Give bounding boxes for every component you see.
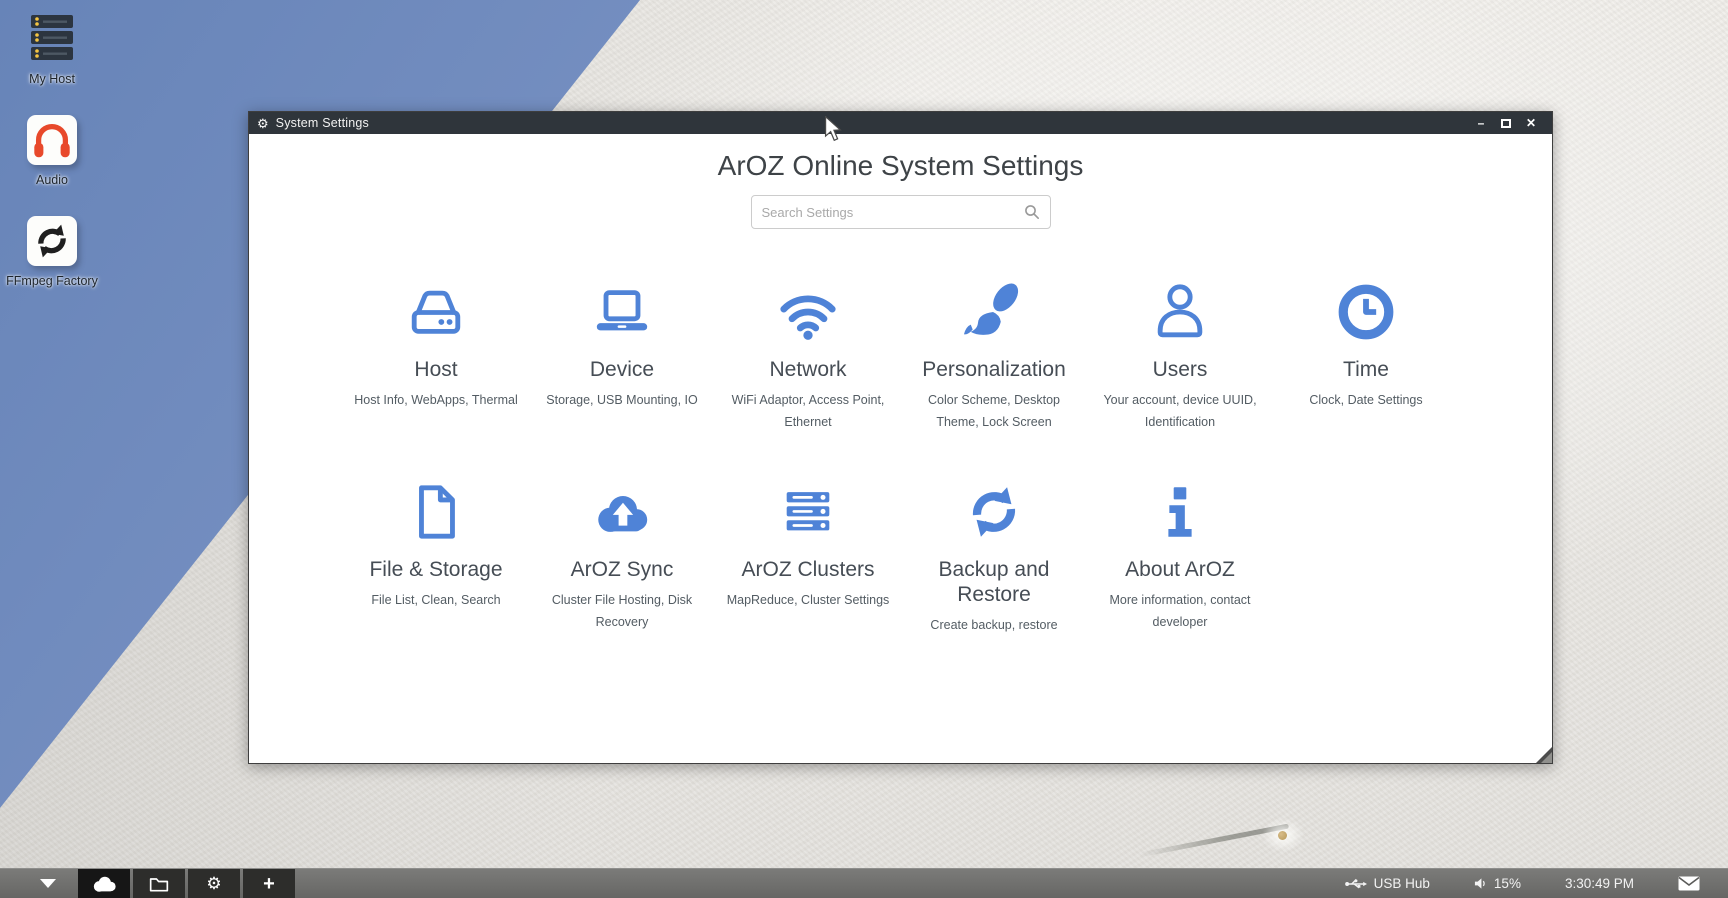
tile-title: Backup and Restore [919, 557, 1069, 607]
clock-icon [1335, 279, 1397, 345]
tile-network[interactable]: Network WiFi Adaptor, Access Point, Ethe… [715, 279, 901, 433]
usb-label: USB Hub [1374, 876, 1430, 891]
tile-subtitle: Your account, device UUID, Identificatio… [1087, 389, 1273, 433]
envelope-icon [1678, 876, 1700, 891]
tile-about-aroz[interactable]: About ArOZ More information, contact dev… [1087, 479, 1273, 636]
taskbar-button-add[interactable]: + [243, 869, 295, 898]
messages[interactable] [1678, 876, 1700, 891]
info-icon [1149, 479, 1211, 545]
folder-icon [149, 876, 169, 892]
search-icon [1024, 204, 1040, 220]
tile-subtitle: WiFi Adaptor, Access Point, Ethernet [715, 389, 901, 433]
taskbar-button-files[interactable] [133, 869, 185, 898]
plus-icon: + [263, 874, 275, 894]
minimize-button[interactable]: – [1474, 117, 1488, 129]
tile-subtitle: Color Scheme, Desktop Theme, Lock Screen [901, 389, 1087, 433]
window-titlebar[interactable]: ⚙ System Settings – ✕ [249, 112, 1552, 134]
tile-host[interactable]: Host Host Info, WebApps, Thermal [343, 279, 529, 433]
tile-title: File & Storage [369, 557, 502, 582]
tile-title: About ArOZ [1125, 557, 1235, 582]
desktop-icon-list: My Host Audio FFm [6, 12, 98, 315]
tile-aroz-sync[interactable]: ArOZ Sync Cluster File Hosting, Disk Rec… [529, 479, 715, 636]
tile-title: ArOZ Sync [571, 557, 674, 582]
taskbar: ⚙ + USB Hub 15% 3: [0, 868, 1728, 898]
search-input[interactable] [762, 205, 1024, 220]
tile-device[interactable]: Device Storage, USB Mounting, IO [529, 279, 715, 433]
tile-title: Host [414, 357, 457, 382]
desktop-icon-ffmpeg-factory[interactable]: FFmpeg Factory [6, 214, 98, 289]
window-controls: – ✕ [1474, 117, 1544, 129]
tile-personalization[interactable]: Personalization Color Scheme, Desktop Th… [901, 279, 1087, 433]
tile-subtitle: Create backup, restore [922, 614, 1065, 636]
tile-users[interactable]: Users Your account, device UUID, Identif… [1087, 279, 1273, 433]
tile-subtitle: Host Info, WebApps, Thermal [346, 389, 526, 411]
search-box [751, 195, 1051, 229]
settings-content: ArOZ Online System Settings [249, 134, 1552, 764]
taskbar-launcher: ⚙ + [78, 869, 295, 898]
window-resize-handle[interactable] [1536, 747, 1552, 763]
page-title: ArOZ Online System Settings [249, 150, 1552, 182]
maximize-button[interactable] [1501, 119, 1511, 128]
close-button[interactable]: ✕ [1524, 117, 1538, 129]
system-tray: USB Hub 15% 3:30:49 PM [1345, 876, 1728, 891]
clock-label: 3:30:49 PM [1565, 876, 1634, 891]
tile-row-2: File & Storage File List, Clean, Search [343, 479, 1552, 636]
user-icon [1149, 279, 1211, 345]
tile-title: Personalization [922, 357, 1066, 382]
tile-file-storage[interactable]: File & Storage File List, Clean, Search [343, 479, 529, 636]
cloud-icon [91, 875, 117, 893]
file-icon [405, 479, 467, 545]
tile-title: Time [1343, 357, 1389, 382]
desktop-icon-label: My Host [29, 72, 75, 87]
wallpaper-nail [1278, 831, 1287, 840]
chevron-down-icon[interactable] [40, 879, 56, 888]
tile-subtitle: Clock, Date Settings [1301, 389, 1430, 411]
tile-title: Device [590, 357, 654, 382]
server-rack-icon [777, 479, 839, 545]
tile-title: ArOZ Clusters [741, 557, 874, 582]
taskbar-button-desktop[interactable] [78, 869, 130, 898]
cloud-upload-icon [590, 479, 654, 545]
tile-title: Network [769, 357, 846, 382]
gear-icon: ⚙ [257, 117, 269, 130]
usb-status[interactable]: USB Hub [1345, 876, 1430, 891]
tile-row-1: Host Host Info, WebApps, Thermal Device … [343, 279, 1552, 433]
tile-subtitle: MapReduce, Cluster Settings [719, 589, 898, 611]
tile-subtitle: Cluster File Hosting, Disk Recovery [529, 589, 715, 633]
clock[interactable]: 3:30:49 PM [1565, 876, 1634, 891]
window-title: System Settings [276, 116, 369, 130]
recycle-arrows-icon [27, 214, 77, 266]
speaker-icon [1474, 877, 1487, 890]
tile-subtitle: File List, Clean, Search [363, 589, 508, 611]
desktop-icon-label: Audio [36, 173, 68, 188]
system-settings-window: ⚙ System Settings – ✕ ArOZ Online System… [248, 111, 1553, 764]
tile-time[interactable]: Time Clock, Date Settings [1273, 279, 1459, 433]
tile-subtitle: More information, contact developer [1087, 589, 1273, 633]
taskbar-button-settings[interactable]: ⚙ [188, 869, 240, 898]
desktop-icon-my-host[interactable]: My Host [6, 12, 98, 87]
volume-status[interactable]: 15% [1474, 876, 1521, 891]
tile-title: Users [1153, 357, 1208, 382]
paintbrush-icon [963, 279, 1025, 345]
sync-arrows-icon [963, 479, 1025, 545]
tile-aroz-clusters[interactable]: ArOZ Clusters MapReduce, Cluster Setting… [715, 479, 901, 636]
tile-backup-restore[interactable]: Backup and Restore Create backup, restor… [901, 479, 1087, 636]
desktop-icon-audio[interactable]: Audio [6, 113, 98, 188]
harddrive-icon [405, 279, 467, 345]
headphones-icon [27, 113, 77, 165]
volume-label: 15% [1494, 876, 1521, 891]
laptop-icon [591, 279, 653, 345]
gear-icon: ⚙ [206, 875, 221, 892]
tile-subtitle: Storage, USB Mounting, IO [538, 389, 705, 411]
desktop-icon-label: FFmpeg Factory [6, 274, 98, 289]
server-stack-icon [28, 12, 76, 64]
usb-icon [1345, 878, 1367, 890]
wifi-icon [776, 279, 840, 345]
